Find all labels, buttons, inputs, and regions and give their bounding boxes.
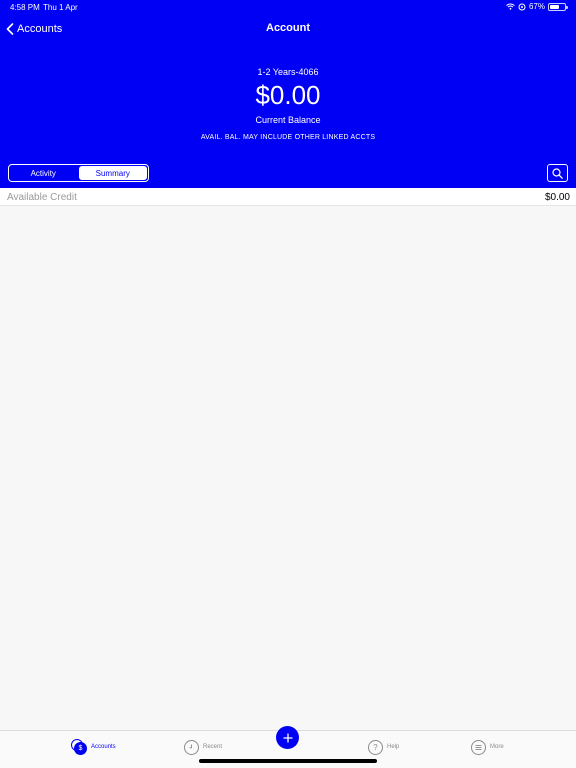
tab-accounts[interactable]: $ Accounts	[71, 738, 116, 756]
battery-icon	[548, 2, 568, 11]
tab-label: More	[490, 744, 504, 750]
tab-label: Help	[387, 744, 400, 750]
tab-help[interactable]: ? Help	[368, 738, 399, 756]
tab-label: Recent	[203, 744, 223, 750]
view-segmented-control: Activity Summary	[8, 164, 149, 182]
accounts-icon: $	[71, 739, 87, 755]
tab-more[interactable]: More	[471, 738, 504, 756]
current-balance: $0.00	[255, 80, 321, 110]
search-button[interactable]	[547, 164, 568, 182]
tab-recent[interactable]: Recent	[184, 738, 222, 756]
location-icon	[518, 3, 526, 10]
detail-label: Available Credit	[7, 192, 77, 203]
account-name: 1-2 Years-4066	[257, 67, 319, 77]
status-bar: 4:58 PM Thu 1 Apr 67%	[0, 0, 576, 14]
status-time: 4:58 PM	[10, 3, 40, 12]
navigation-bar: Accounts Account	[0, 14, 576, 44]
clock-icon	[184, 739, 199, 755]
page-title: Account	[266, 22, 310, 34]
home-indicator	[199, 759, 377, 763]
add-button[interactable]	[276, 726, 299, 749]
tab-activity[interactable]: Activity	[9, 165, 78, 181]
search-icon	[552, 167, 563, 179]
question-icon: ?	[368, 739, 383, 755]
wifi-icon	[506, 3, 515, 10]
menu-icon	[471, 739, 486, 755]
tab-summary[interactable]: Summary	[78, 166, 147, 180]
tab-label: Accounts	[91, 744, 116, 750]
status-indicators: 67%	[506, 2, 568, 11]
battery-level	[550, 4, 560, 9]
balance-label: Current Balance	[255, 115, 321, 125]
available-balance-note: AVAIL. BAL. MAY INCLUDE OTHER LINKED ACC…	[200, 134, 376, 141]
detail-row-available-credit: Available Credit $0.00	[0, 188, 576, 206]
battery-percent: 67%	[528, 2, 545, 11]
account-header: 4:58 PM Thu 1 Apr 67% Accounts Account 1…	[0, 0, 576, 188]
status-date: Thu 1 Apr	[43, 3, 78, 12]
detail-value: $0.00	[544, 192, 570, 203]
plus-icon	[282, 732, 293, 743]
